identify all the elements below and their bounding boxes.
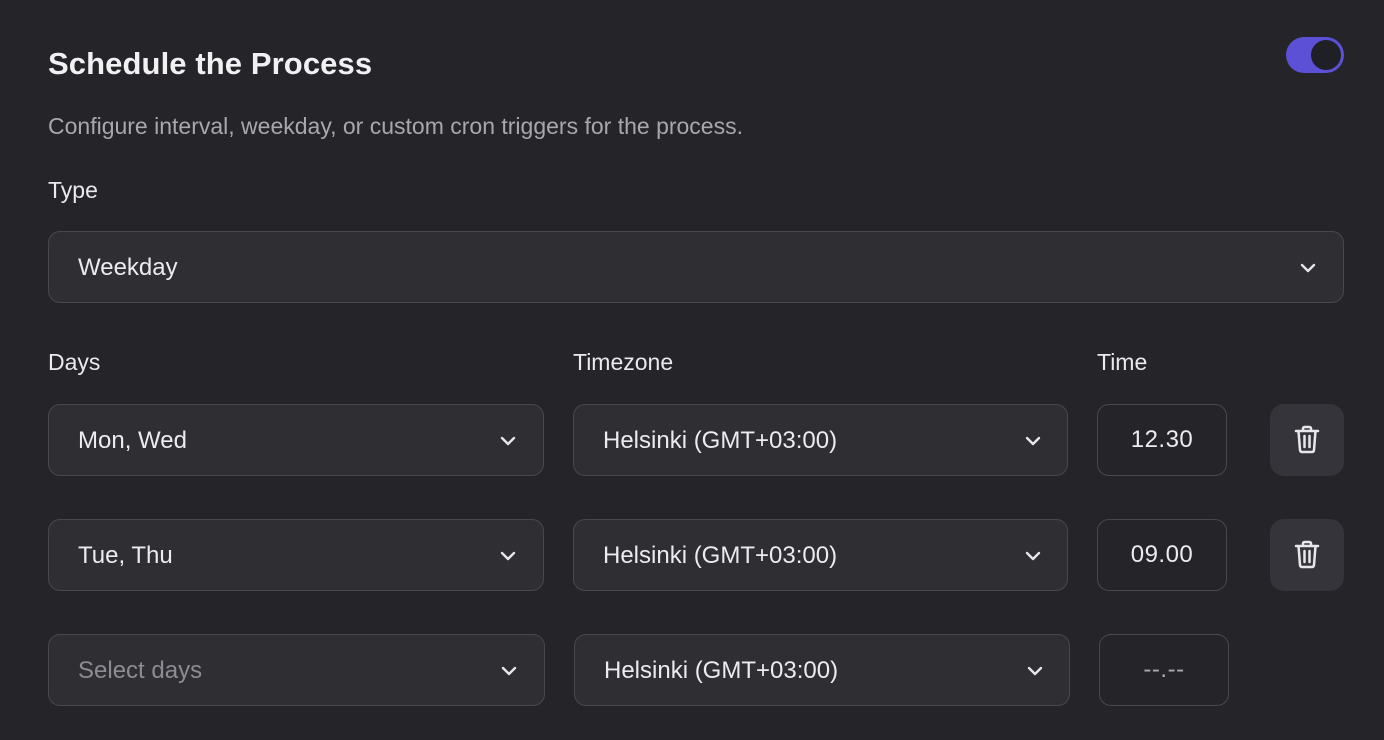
trash-icon <box>1294 540 1320 569</box>
chevron-down-icon <box>1025 436 1041 446</box>
days-select-placeholder: Select days <box>78 657 203 684</box>
time-input[interactable]: 09.00 <box>1097 519 1227 591</box>
time-input-value: 09.00 <box>1130 541 1194 568</box>
days-select[interactable]: Mon, Wed <box>48 404 544 476</box>
timezone-select[interactable]: Helsinki (GMT+03:00) <box>573 519 1068 591</box>
days-column-label: Days <box>48 349 101 375</box>
timezone-select-value: Helsinki (GMT+03:00) <box>604 657 839 684</box>
new-time-input[interactable]: --.-- <box>1099 634 1229 706</box>
timezone-select-value: Helsinki (GMT+03:00) <box>603 542 838 569</box>
time-column-label: Time <box>1097 349 1148 375</box>
chevron-down-icon <box>500 436 516 446</box>
type-select[interactable]: Weekday <box>48 231 1344 303</box>
chevron-down-icon <box>501 666 517 676</box>
trash-icon <box>1294 425 1320 454</box>
timezone-column-label: Timezone <box>573 349 674 375</box>
time-input[interactable]: 12.30 <box>1097 404 1227 476</box>
time-input-value: 12.30 <box>1130 426 1194 453</box>
timezone-select-value: Helsinki (GMT+03:00) <box>603 427 838 454</box>
delete-schedule-button[interactable] <box>1270 404 1344 476</box>
time-input-placeholder: --.-- <box>1143 656 1185 683</box>
days-select-value: Mon, Wed <box>78 427 187 454</box>
type-label: Type <box>48 177 98 203</box>
toggle-knob <box>1311 40 1341 70</box>
new-timezone-select[interactable]: Helsinki (GMT+03:00) <box>574 634 1070 706</box>
chevron-down-icon <box>1025 551 1041 561</box>
delete-schedule-button[interactable] <box>1270 519 1344 591</box>
days-select[interactable]: Tue, Thu <box>48 519 544 591</box>
timezone-select[interactable]: Helsinki (GMT+03:00) <box>573 404 1068 476</box>
type-select-value: Weekday <box>78 254 178 281</box>
days-select-value: Tue, Thu <box>78 542 173 569</box>
schedule-title: Schedule the Process <box>48 46 373 81</box>
chevron-down-icon <box>1027 666 1043 676</box>
new-days-select[interactable]: Select days <box>48 634 545 706</box>
chevron-down-icon <box>1300 263 1316 273</box>
schedule-enabled-toggle[interactable] <box>1286 37 1344 73</box>
schedule-description: Configure interval, weekday, or custom c… <box>48 113 743 139</box>
chevron-down-icon <box>500 551 516 561</box>
